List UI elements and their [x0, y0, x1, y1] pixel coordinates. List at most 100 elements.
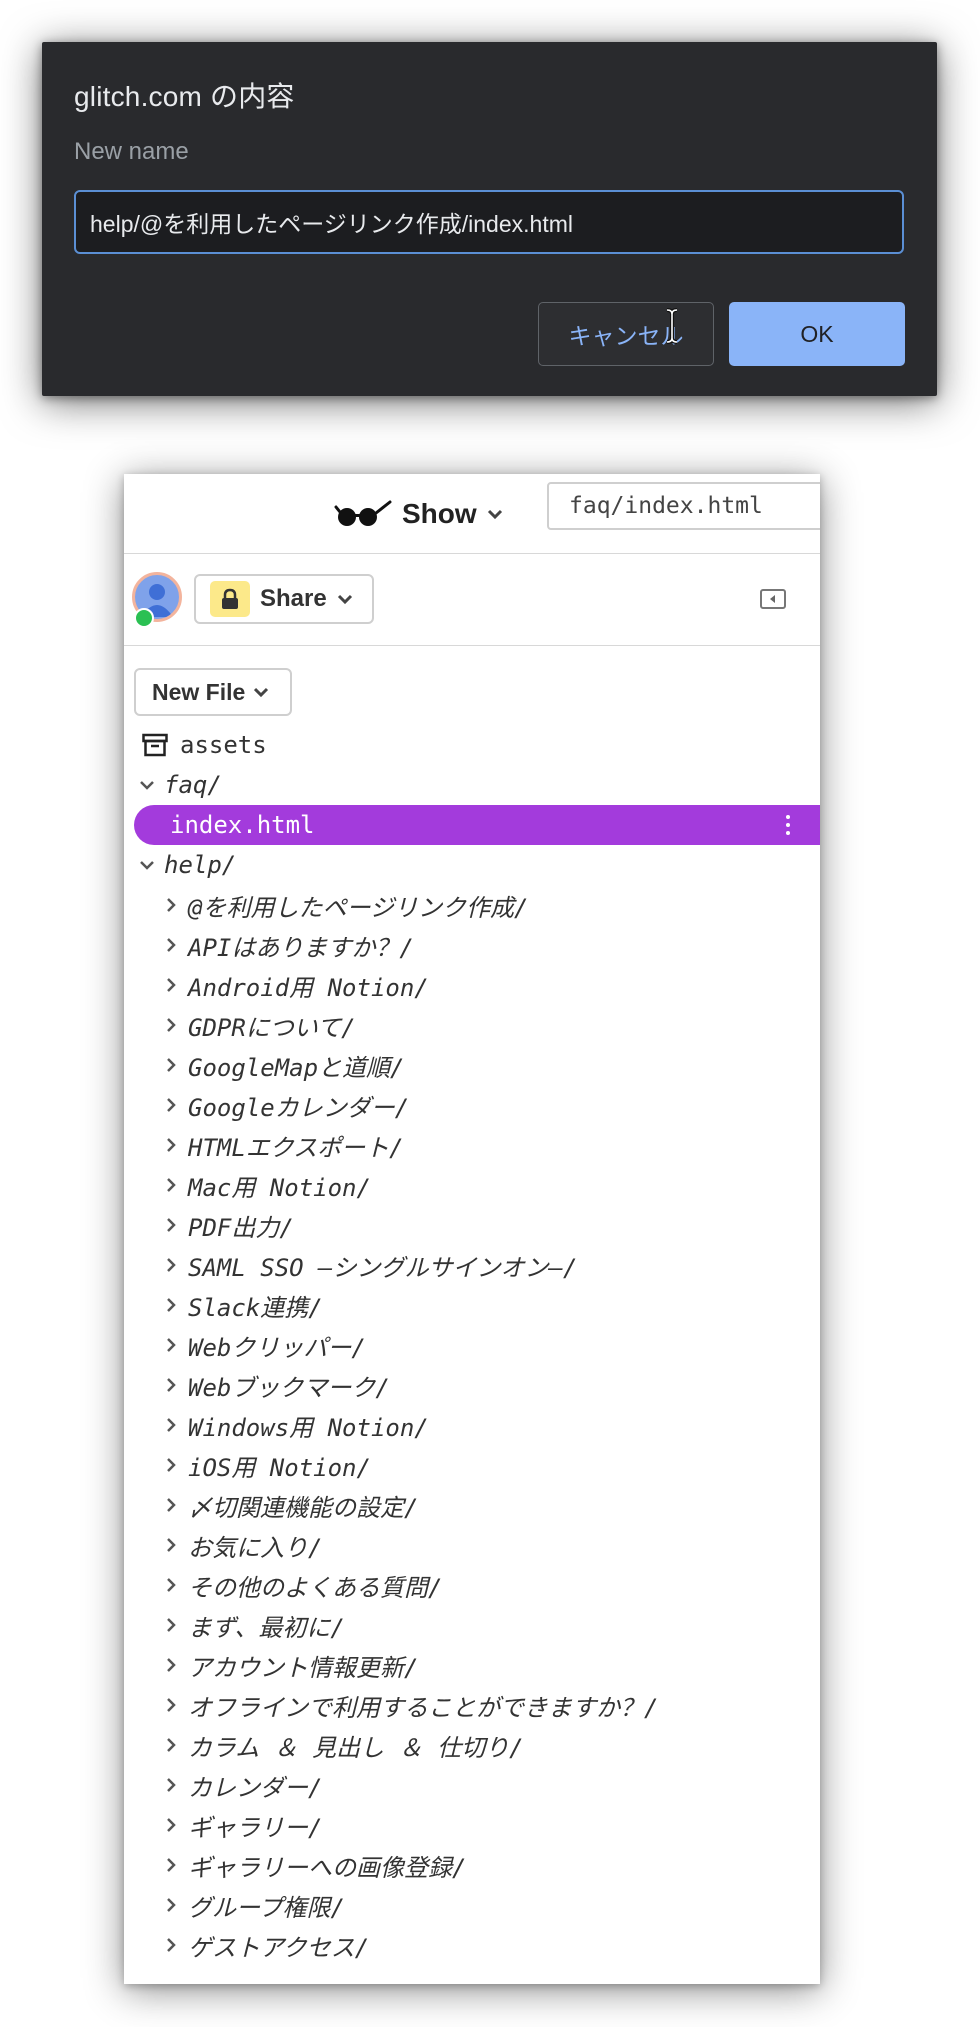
chevron-down-icon [138, 859, 156, 871]
chevron-right-icon [162, 1056, 180, 1074]
tree-subfolder[interactable]: Windows用 Notion/ [124, 1405, 820, 1445]
tree-subfolder-label: カラム ＆ 見出し ＆ 仕切り/ [188, 1733, 524, 1762]
tree-subfolder-label: SAML SSO –シングルサインオン–/ [188, 1253, 578, 1282]
more-options-icon[interactable] [786, 815, 790, 835]
new-name-input[interactable]: help/@を利用したページリンク作成/index.html [74, 190, 904, 254]
tree-subfolder[interactable]: ギャラリー/ [124, 1805, 820, 1845]
tree-subfolder-label: ギャラリー/ [188, 1813, 323, 1842]
chevron-right-icon [162, 1736, 180, 1754]
tree-subfolder-label: グループ権限/ [188, 1893, 346, 1922]
tree-subfolder[interactable]: APIはありますか？/ [124, 925, 820, 965]
tree-subfolder-label: GDPRについて/ [188, 1013, 356, 1042]
tree-folder-help[interactable]: help/ [124, 845, 820, 885]
tree-item-label: index.html [170, 811, 315, 839]
tree-subfolder-label: PDF出力/ [188, 1213, 294, 1242]
tree-subfolder[interactable]: ゲストアクセス/ [124, 1925, 820, 1965]
tree-subfolder[interactable]: Android用 Notion/ [124, 965, 820, 1005]
chevron-right-icon [162, 1496, 180, 1514]
editor-header: Show faq/index.html [124, 474, 820, 554]
project-toolbar: Share [124, 554, 820, 646]
chevron-right-icon [162, 1856, 180, 1874]
tree-subfolder[interactable]: Webクリッパー/ [124, 1325, 820, 1365]
chevron-right-icon [162, 1456, 180, 1474]
chevron-right-icon [162, 1136, 180, 1154]
show-label: Show [402, 498, 477, 529]
tree-item-selected-file[interactable]: index.html [134, 805, 820, 845]
help-subfolder-list: @を利用したページリンク作成/APIはありますか？/ Android用 Notio… [124, 885, 820, 1965]
tree-subfolder[interactable]: Googleカレンダー/ [124, 1085, 820, 1125]
tree-subfolder[interactable]: 〆切関連機能の設定/ [124, 1485, 820, 1525]
chevron-right-icon [162, 1096, 180, 1114]
tree-item-assets[interactable]: assets [124, 725, 820, 765]
text-cursor-icon [666, 308, 678, 344]
chevron-right-icon [162, 1416, 180, 1434]
tree-subfolder-label: まず、最初に/ [188, 1613, 345, 1642]
chevron-down-icon [254, 687, 269, 698]
tree-subfolder[interactable]: Slack連携/ [124, 1285, 820, 1325]
tree-subfolder[interactable]: SAML SSO –シングルサインオン–/ [124, 1245, 820, 1285]
tree-subfolder-label: HTMLエクスポート/ [188, 1133, 404, 1162]
share-button[interactable]: Share [194, 574, 374, 624]
tree-subfolder-label: オフラインで利用することができますか？/ [188, 1693, 659, 1722]
tree-subfolder[interactable]: iOS用 Notion/ [124, 1445, 820, 1485]
chevron-down-icon [337, 594, 352, 605]
new-name-label: New name [74, 138, 189, 165]
tree-subfolder-label: Googleカレンダー/ [188, 1093, 410, 1122]
show-button[interactable]: Show [334, 490, 503, 538]
tree-subfolder[interactable]: その他のよくある質問/ [124, 1565, 820, 1605]
tree-subfolder[interactable]: カラム ＆ 見出し ＆ 仕切り/ [124, 1725, 820, 1765]
tree-subfolder[interactable]: GoogleMapと道順/ [124, 1045, 820, 1085]
tree-subfolder[interactable]: Mac用 Notion/ [124, 1165, 820, 1205]
tree-subfolder-label: アカウント情報更新/ [188, 1653, 419, 1682]
ok-button[interactable]: OK [729, 302, 905, 366]
chevron-right-icon [162, 1336, 180, 1354]
tree-subfolder-label: お気に入り/ [188, 1533, 323, 1562]
tree-subfolder-label: その他のよくある質問/ [188, 1573, 443, 1602]
tree-subfolder[interactable]: カレンダー/ [124, 1765, 820, 1805]
file-tree: assets faq/ index.html help/ @を利用したページリン… [124, 725, 820, 1965]
glasses-icon [334, 500, 392, 526]
tree-subfolder[interactable]: オフラインで利用することができますか？/ [124, 1685, 820, 1725]
tree-subfolder[interactable]: アカウント情報更新/ [124, 1645, 820, 1685]
tree-subfolder[interactable]: PDF出力/ [124, 1205, 820, 1245]
tree-subfolder[interactable]: ギャラリーへの画像登録/ [124, 1845, 820, 1885]
tree-subfolder[interactable]: グループ権限/ [124, 1885, 820, 1925]
tree-folder-label: faq/ [164, 771, 222, 799]
chevron-right-icon [162, 1896, 180, 1914]
tree-subfolder[interactable]: まず、最初に/ [124, 1605, 820, 1645]
chevron-right-icon [162, 1376, 180, 1394]
chevron-right-icon [162, 1776, 180, 1794]
tree-subfolder[interactable]: GDPRについて/ [124, 1005, 820, 1045]
url-path-value: faq/index.html [569, 493, 763, 519]
new-file-button[interactable]: New File [134, 668, 292, 716]
tree-subfolder-label: Windows用 Notion/ [188, 1413, 429, 1442]
tree-subfolder-label: @を利用したページリンク作成/ [188, 893, 529, 922]
url-path-input[interactable]: faq/index.html [547, 482, 820, 530]
chevron-down-icon [138, 779, 156, 791]
chevron-right-icon [162, 1816, 180, 1834]
cancel-button[interactable]: キャンセル [538, 302, 714, 366]
tree-subfolder[interactable]: お気に入り/ [124, 1525, 820, 1565]
tree-subfolder-label: Slack連携/ [188, 1293, 323, 1322]
share-label: Share [260, 585, 327, 612]
tree-folder-label: help/ [164, 851, 237, 879]
tree-subfolder[interactable]: Webブックマーク/ [124, 1365, 820, 1405]
archive-icon [142, 733, 168, 757]
tree-subfolder[interactable]: HTMLエクスポート/ [124, 1125, 820, 1165]
collapse-sidebar-button[interactable] [760, 589, 786, 609]
tree-subfolder-label: iOS用 Notion/ [188, 1453, 371, 1482]
tree-subfolder-label: GoogleMapと道順/ [188, 1053, 405, 1082]
dialog-title: glitch.com の内容 [74, 81, 295, 112]
glitch-editor-panel: Show faq/index.html Share New File asset… [124, 474, 820, 1984]
lock-icon [210, 581, 250, 617]
tree-subfolder-label: Mac用 Notion/ [188, 1173, 371, 1202]
tree-subfolder-label: APIはありますか？/ [188, 933, 414, 962]
tree-subfolder-label: Android用 Notion/ [188, 973, 429, 1002]
tree-subfolder-label: Webブックマーク/ [188, 1373, 390, 1402]
new-file-label: New File [152, 678, 246, 705]
chevron-right-icon [162, 1176, 180, 1194]
chevron-right-icon [162, 1616, 180, 1634]
tree-folder-faq[interactable]: faq/ [124, 765, 820, 805]
new-name-input-value: help/@を利用したページリンク作成/index.html [90, 211, 573, 237]
tree-subfolder[interactable]: @を利用したページリンク作成/ [124, 885, 820, 925]
